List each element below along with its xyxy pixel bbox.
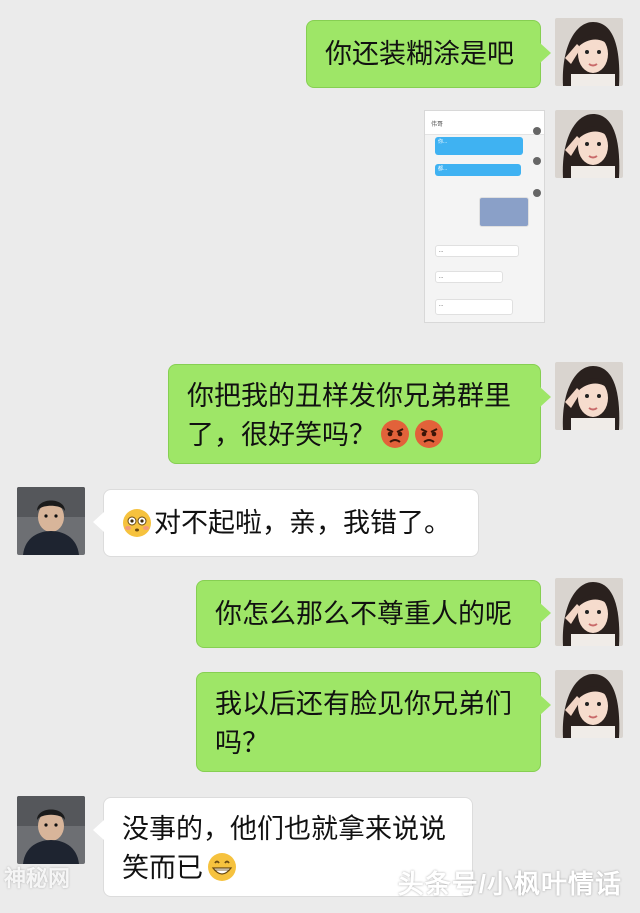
received-message-bubble[interactable]: 对不起啦，亲，我错了。: [93, 489, 479, 557]
my-avatar[interactable]: [555, 670, 623, 738]
screenshot-avatar: [533, 157, 541, 165]
watermark-site: 神秘网: [4, 866, 71, 891]
screenshot-avatar: [533, 127, 541, 135]
friend-avatar[interactable]: [17, 796, 85, 864]
message-text: 对不起啦，亲，我错了。: [154, 507, 451, 538]
screenshot-bubble: 你...: [435, 137, 523, 155]
sent-message-bubble[interactable]: 你还装糊涂是吧: [306, 20, 551, 88]
chat-screen: { "messages": [ {"text": "你还装糊涂是吧"}, {"s…: [0, 0, 640, 913]
grinning-emoji-icon: [207, 852, 237, 882]
watermark-author: 头条号/小枫叶情话: [397, 869, 622, 899]
screenshot-bubble: ...: [435, 271, 503, 283]
screenshot-bubble: ...: [435, 299, 513, 315]
screenshot-photo: [479, 197, 529, 227]
friend-avatar[interactable]: [17, 487, 85, 555]
sent-message-bubble[interactable]: 你怎么那么不尊重人的呢: [196, 580, 551, 648]
angry-emoji-icon: [414, 419, 444, 449]
sent-message-bubble[interactable]: 你把我的丑样发你兄弟群里 了，很好笑吗？: [168, 364, 551, 464]
my-avatar[interactable]: [555, 18, 623, 86]
screenshot-bubble: 都...: [435, 164, 521, 176]
my-avatar[interactable]: [555, 362, 623, 430]
screenshot-bubble: ...: [435, 245, 519, 257]
screenshot-title: 伟哥: [431, 122, 444, 128]
screenshot-avatar: [533, 189, 541, 197]
sent-message-bubble[interactable]: 我以后还有脸见你兄弟们 吗？: [196, 672, 551, 772]
my-avatar[interactable]: [555, 578, 623, 646]
shared-screenshot-image[interactable]: 伟哥 你... 都... ... ... ...: [424, 110, 545, 323]
message-text: 你还装糊涂是吧: [325, 38, 514, 69]
message-text: 你怎么那么不尊重人的呢: [215, 598, 512, 629]
message-text: 我以后还有脸见你兄弟们 吗？: [215, 689, 512, 758]
angry-emoji-icon: [380, 419, 410, 449]
flushed-emoji-icon: [122, 508, 152, 538]
message-text: 你把我的丑样发你兄弟群里 了，很好笑吗？: [187, 381, 511, 450]
screenshot-header: 伟哥: [425, 111, 544, 135]
my-avatar[interactable]: [555, 110, 623, 178]
